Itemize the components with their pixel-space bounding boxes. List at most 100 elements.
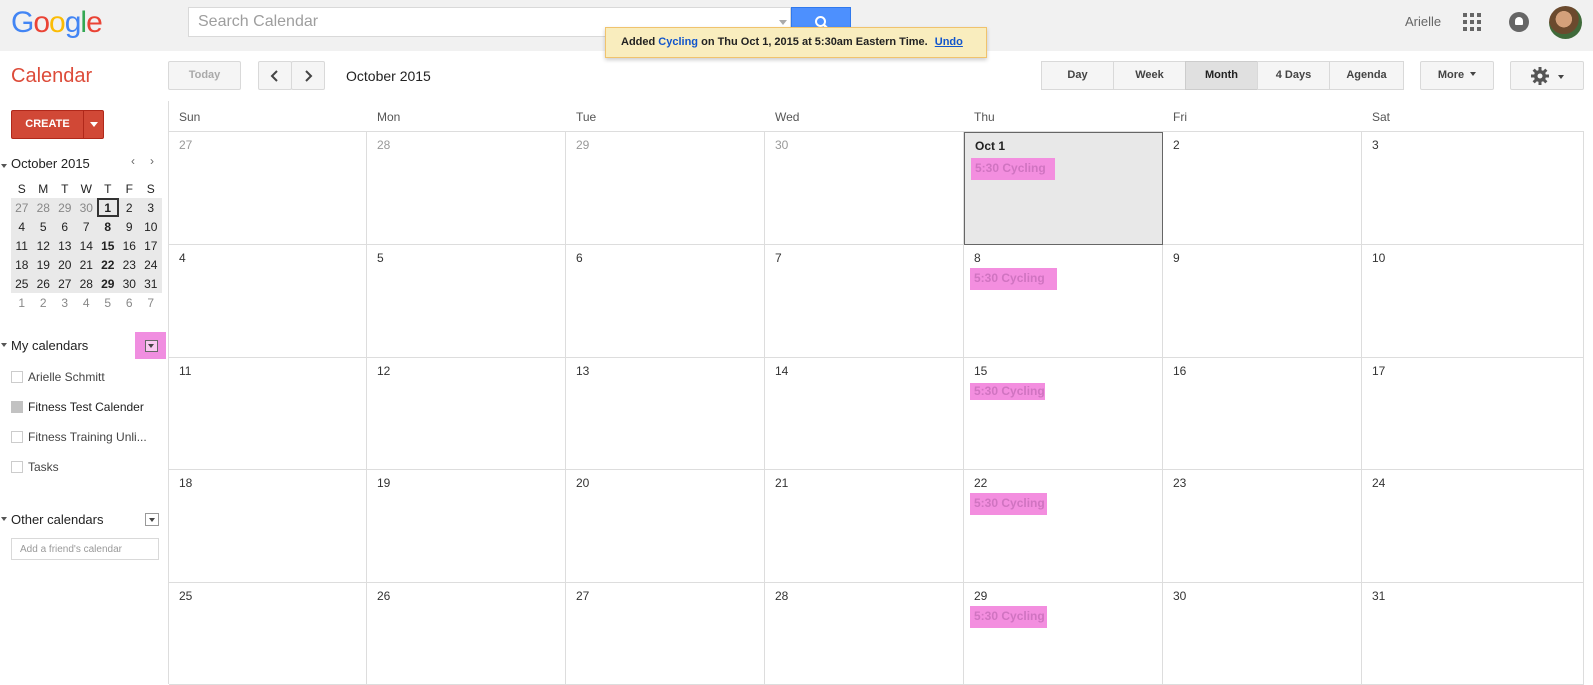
mini-day[interactable]: 30 <box>75 198 97 217</box>
day-cell[interactable]: 7 <box>765 245 964 358</box>
day-number[interactable]: 31 <box>1372 589 1385 603</box>
day-number[interactable]: 30 <box>775 138 788 152</box>
mini-day[interactable]: 15 <box>97 236 119 255</box>
mini-day[interactable]: 22 <box>97 255 119 274</box>
mini-day[interactable]: 29 <box>54 198 76 217</box>
day-number[interactable]: 9 <box>1173 251 1180 265</box>
day-number[interactable]: 20 <box>576 476 589 490</box>
day-cell[interactable]: 30 <box>1163 583 1362 685</box>
mini-day[interactable]: 23 <box>118 255 140 274</box>
day-number[interactable]: 30 <box>1173 589 1186 603</box>
day-number[interactable]: 24 <box>1372 476 1385 490</box>
day-cell[interactable]: 26 <box>367 583 566 685</box>
day-number[interactable]: 4 <box>179 251 186 265</box>
day-cell[interactable]: 13 <box>566 358 765 470</box>
day-cell[interactable]: 10 <box>1362 245 1584 358</box>
mini-day[interactable]: 27 <box>11 198 33 217</box>
day-cell[interactable]: 11 <box>169 358 367 470</box>
today-button[interactable]: Today <box>168 61 241 90</box>
day-number[interactable]: 25 <box>179 589 192 603</box>
day-number[interactable]: 26 <box>377 589 390 603</box>
week-view-button[interactable]: Week <box>1113 61 1186 90</box>
mini-day[interactable]: 26 <box>32 274 54 293</box>
day-number[interactable]: 16 <box>1173 364 1186 378</box>
mini-day[interactable]: 4 <box>76 293 98 312</box>
day-number[interactable]: Oct 1 <box>975 139 1005 153</box>
day-number[interactable]: 8 <box>974 251 981 265</box>
mini-day[interactable]: 12 <box>32 236 54 255</box>
mini-day[interactable]: 8 <box>97 217 119 236</box>
apps-grid-icon[interactable] <box>1463 13 1481 31</box>
day-cell[interactable]: 29 <box>566 132 765 245</box>
add-friend-calendar-input[interactable] <box>11 538 159 560</box>
day-number[interactable]: 28 <box>775 589 788 603</box>
mini-day[interactable]: 27 <box>54 274 76 293</box>
mini-day[interactable]: 6 <box>119 293 141 312</box>
day-cell[interactable]: 30 <box>765 132 964 245</box>
mini-day[interactable]: 21 <box>75 255 97 274</box>
calendar-checkbox[interactable] <box>11 431 23 443</box>
event-chip-cycling[interactable]: 5:30 Cycling <box>971 158 1055 180</box>
mini-day[interactable]: 31 <box>140 274 162 293</box>
other-calendars-menu-button[interactable] <box>145 513 159 526</box>
mini-day[interactable]: 5 <box>97 293 119 312</box>
four-days-view-button[interactable]: 4 Days <box>1257 61 1330 90</box>
day-number[interactable]: 5 <box>377 251 384 265</box>
mini-day[interactable]: 2 <box>33 293 55 312</box>
calendar-item-fitness-training[interactable]: Fitness Training Unli... <box>11 430 147 446</box>
next-period-button[interactable] <box>291 61 325 90</box>
day-number[interactable]: 7 <box>775 251 782 265</box>
mini-day[interactable]: 3 <box>140 198 162 217</box>
mini-day[interactable]: 28 <box>75 274 97 293</box>
mini-day[interactable]: 28 <box>32 198 54 217</box>
day-number[interactable]: 22 <box>974 476 987 490</box>
undo-link[interactable]: Undo <box>935 36 963 48</box>
notification-bell-icon[interactable] <box>1509 12 1529 32</box>
mini-day[interactable]: 1 <box>97 198 119 217</box>
create-button[interactable]: CREATE <box>11 110 104 139</box>
day-number[interactable]: 6 <box>576 251 583 265</box>
day-cell[interactable]: 2 <box>1163 132 1362 245</box>
mini-day[interactable]: 1 <box>11 293 33 312</box>
day-number[interactable]: 11 <box>179 364 191 378</box>
day-number[interactable]: 3 <box>1372 138 1379 152</box>
mini-day[interactable]: 16 <box>118 236 140 255</box>
day-cell[interactable]: 24 <box>1362 470 1584 583</box>
day-number[interactable]: 12 <box>377 364 390 378</box>
day-number[interactable]: 10 <box>1372 251 1385 265</box>
mini-day[interactable]: 10 <box>140 217 162 236</box>
day-cell[interactable]: 6 <box>566 245 765 358</box>
day-cell[interactable]: 28 <box>765 583 964 685</box>
day-number[interactable]: 21 <box>775 476 788 490</box>
calendar-checkbox[interactable] <box>11 461 23 473</box>
mini-day[interactable]: 24 <box>140 255 162 274</box>
day-cell[interactable]: 27 <box>169 132 367 245</box>
day-cell[interactable]: 5 <box>367 245 566 358</box>
day-cell[interactable]: 12 <box>367 358 566 470</box>
day-number[interactable]: 19 <box>377 476 390 490</box>
day-cell[interactable]: 21 <box>765 470 964 583</box>
day-cell[interactable]: 27 <box>566 583 765 685</box>
day-cell[interactable]: 25 <box>169 583 367 685</box>
calendar-item-arielle-schmitt[interactable]: Arielle Schmitt <box>11 370 105 386</box>
day-cell[interactable]: 29 5:30 Cycling <box>964 583 1163 685</box>
mini-day[interactable]: 7 <box>75 217 97 236</box>
mini-day[interactable]: 19 <box>32 255 54 274</box>
more-button[interactable]: More <box>1420 61 1494 90</box>
day-cell[interactable]: 16 <box>1163 358 1362 470</box>
day-cell[interactable]: 31 <box>1362 583 1584 685</box>
mini-calendar-title[interactable]: October 2015 <box>11 156 90 171</box>
my-calendars-menu-button[interactable] <box>135 332 166 359</box>
day-view-button[interactable]: Day <box>1041 61 1114 90</box>
day-number[interactable]: 27 <box>179 138 192 152</box>
collapse-triangle-icon[interactable] <box>1 343 7 347</box>
mini-day[interactable]: 13 <box>54 236 76 255</box>
collapse-triangle-icon[interactable] <box>1 517 7 521</box>
day-cell[interactable]: 9 <box>1163 245 1362 358</box>
day-cell[interactable]: 3 <box>1362 132 1584 245</box>
calendar-checkbox[interactable] <box>11 401 23 413</box>
mini-day[interactable]: 30 <box>118 274 140 293</box>
day-cell[interactable]: 23 <box>1163 470 1362 583</box>
mini-day[interactable]: 3 <box>54 293 76 312</box>
day-number[interactable]: 23 <box>1173 476 1186 490</box>
